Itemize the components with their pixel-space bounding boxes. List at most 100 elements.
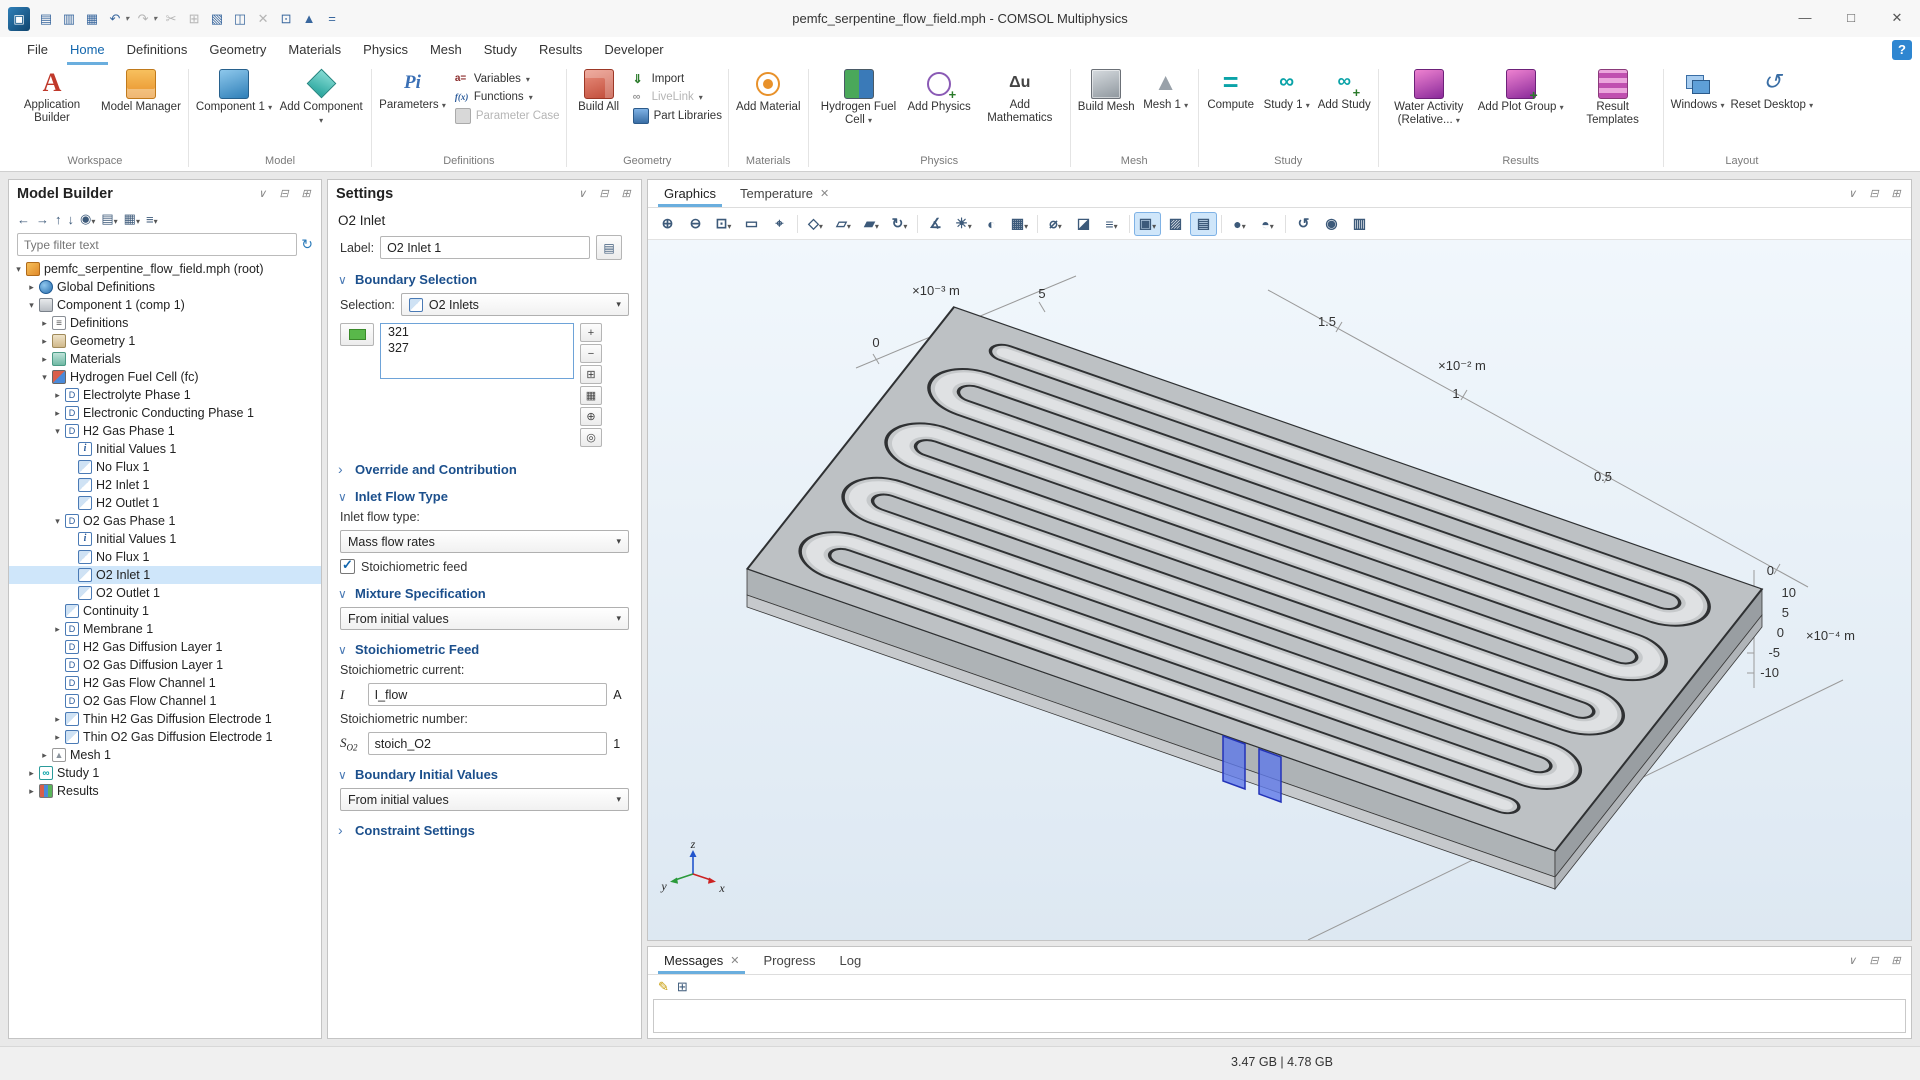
- print-icon[interactable]: ▦: [81, 7, 103, 31]
- tree-item-no-flux-1[interactable]: No Flux 1: [9, 548, 321, 566]
- collapse-expand-icon[interactable]: ▦: [124, 211, 140, 227]
- stoichiometric-feed-checkbox[interactable]: [340, 559, 355, 574]
- zoom-out-button[interactable]: ⊖: [682, 212, 709, 236]
- panel-minimize-icon[interactable]: [1867, 187, 1881, 200]
- boundary-initial-values-combo[interactable]: From initial values ▾: [340, 788, 629, 811]
- tree-item-component-1[interactable]: Component 1 (comp 1): [9, 296, 321, 314]
- expander-icon[interactable]: [13, 264, 24, 275]
- tree-item-h2-gas-diffusion-layer-1[interactable]: H2 Gas Diffusion Layer 1: [9, 638, 321, 656]
- tree-item-mesh-1[interactable]: Mesh 1: [9, 746, 321, 764]
- copy-selection-icon[interactable]: ⊞: [580, 365, 602, 384]
- open-file-icon[interactable]: ▤: [35, 7, 57, 31]
- result-templates-button[interactable]: Result Templates: [1567, 66, 1659, 127]
- stoich-current-input[interactable]: [368, 683, 608, 706]
- tree-item-initial-values-1[interactable]: Initial Values 1: [9, 440, 321, 458]
- selection-listbox[interactable]: 321 327: [380, 323, 574, 379]
- chevron-down-icon[interactable]: ▾: [153, 14, 157, 23]
- tree-item-thin-o2-gas-diffusion-electrode-1[interactable]: Thin O2 Gas Diffusion Electrode 1: [9, 728, 321, 746]
- zoom-to-selection-icon[interactable]: ⊕: [580, 407, 602, 426]
- copy-text-icon[interactable]: ⊞: [677, 979, 688, 995]
- copy-icon[interactable]: ⊞: [183, 7, 205, 31]
- measure-button[interactable]: ∡: [922, 212, 949, 236]
- mixture-combo[interactable]: From initial values ▾: [340, 607, 629, 630]
- compute-button[interactable]: Compute: [1203, 66, 1259, 112]
- panel-float-icon[interactable]: [619, 187, 633, 200]
- build-mesh-button[interactable]: Build Mesh: [1075, 66, 1138, 114]
- print-button[interactable]: ▥: [1346, 212, 1373, 236]
- tab-messages[interactable]: Messages: [652, 947, 751, 974]
- menu-physics[interactable]: Physics: [352, 37, 419, 65]
- view-orientation-button[interactable]: ◇: [802, 212, 829, 236]
- expander-icon[interactable]: [52, 714, 63, 725]
- duplicate-icon[interactable]: ◫: [229, 7, 251, 31]
- tree-item-o2-outlet-1[interactable]: O2 Outlet 1: [9, 584, 321, 602]
- undo-icon[interactable]: ↶: [104, 7, 126, 31]
- hydrogen-fuel-cell-button[interactable]: Hydrogen Fuel Cell: [813, 66, 905, 127]
- expander-icon[interactable]: [39, 354, 50, 365]
- tree-item-study-1[interactable]: Study 1: [9, 764, 321, 782]
- sort-icon[interactable]: ≡: [146, 212, 158, 227]
- expander-icon[interactable]: [52, 516, 63, 527]
- tree-item-materials[interactable]: Materials: [9, 350, 321, 368]
- build-all-icon[interactable]: ⊡: [275, 7, 297, 31]
- node-text-icon[interactable]: ▤: [101, 211, 117, 227]
- section-override[interactable]: Override and Contribution: [328, 453, 641, 480]
- add-plot-group-button[interactable]: Add Plot Group: [1475, 66, 1567, 114]
- section-stoichiometric-feed[interactable]: Stoichiometric Feed: [328, 633, 641, 660]
- menu-developer[interactable]: Developer: [593, 37, 674, 65]
- tree-item-h2-gas-flow-channel-1[interactable]: H2 Gas Flow Channel 1: [9, 674, 321, 692]
- expander-icon[interactable]: [52, 426, 63, 437]
- panel-float-icon[interactable]: [299, 187, 313, 200]
- expander-icon[interactable]: [52, 408, 63, 419]
- close-icon[interactable]: [820, 187, 829, 200]
- expander-icon[interactable]: [52, 624, 63, 635]
- stoich-number-input[interactable]: [368, 732, 608, 755]
- hide-selected-button[interactable]: ⌀: [1042, 212, 1069, 236]
- add-physics-button[interactable]: Add Physics: [905, 66, 974, 114]
- log-settings-icon[interactable]: ✎: [658, 979, 669, 995]
- transparency-button[interactable]: ◐: [978, 212, 1005, 236]
- section-boundary-selection[interactable]: Boundary Selection: [328, 263, 641, 290]
- tree-item-root[interactable]: pemfc_serpentine_flow_field.mph (root): [9, 260, 321, 278]
- section-boundary-initial-values[interactable]: Boundary Initial Values: [328, 758, 641, 785]
- compute-icon[interactable]: =: [321, 7, 343, 31]
- tree-item-h2-inlet-1[interactable]: H2 Inlet 1: [9, 476, 321, 494]
- menu-geometry[interactable]: Geometry: [198, 37, 277, 65]
- expander-icon[interactable]: [52, 390, 63, 401]
- tree-item-global-definitions[interactable]: Global Definitions: [9, 278, 321, 296]
- redo-icon[interactable]: ↷: [132, 7, 154, 31]
- tree-item-membrane-1[interactable]: Membrane 1: [9, 620, 321, 638]
- label-input[interactable]: [380, 236, 590, 259]
- rename-icon[interactable]: ▤: [596, 235, 622, 260]
- maximize-button[interactable]: □: [1828, 0, 1874, 36]
- reset-desktop-button[interactable]: Reset Desktop: [1728, 66, 1817, 112]
- close-button[interactable]: ✕: [1874, 0, 1920, 36]
- expander-icon[interactable]: [39, 750, 50, 761]
- section-constraint-settings[interactable]: Constraint Settings: [328, 814, 641, 841]
- environment-button[interactable]: ◓: [1254, 212, 1281, 236]
- panel-menu-icon[interactable]: [1845, 187, 1859, 200]
- study-1-button[interactable]: Study 1: [1259, 66, 1315, 112]
- panel-menu-icon[interactable]: [575, 187, 589, 200]
- zoom-in-button[interactable]: ⊕: [654, 212, 681, 236]
- view-xy-button[interactable]: ▱: [830, 212, 857, 236]
- menu-file[interactable]: File: [16, 37, 59, 65]
- part-libraries-button[interactable]: Part Libraries: [633, 108, 722, 124]
- expander-icon[interactable]: [26, 282, 37, 293]
- menu-definitions[interactable]: Definitions: [116, 37, 199, 65]
- select-mode-button[interactable]: ▣: [1134, 212, 1161, 236]
- expander-icon[interactable]: [52, 732, 63, 743]
- menu-materials[interactable]: Materials: [277, 37, 352, 65]
- tree-item-o2-gas-diffusion-layer-1[interactable]: O2 Gas Diffusion Layer 1: [9, 656, 321, 674]
- panel-minimize-icon[interactable]: [1867, 954, 1881, 967]
- close-icon[interactable]: [730, 954, 739, 967]
- menu-results[interactable]: Results: [528, 37, 593, 65]
- tree-item-hydrogen-fuel-cell[interactable]: Hydrogen Fuel Cell (fc): [9, 368, 321, 386]
- tree-item-o2-inlet-1[interactable]: O2 Inlet 1: [9, 566, 321, 584]
- tree-item-electronic-conducting-phase-1[interactable]: Electronic Conducting Phase 1: [9, 404, 321, 422]
- move-up-icon[interactable]: ↑: [55, 212, 62, 227]
- select-box-button[interactable]: ▨: [1162, 212, 1189, 236]
- application-builder-button[interactable]: Application Builder: [6, 66, 98, 125]
- tab-log[interactable]: Log: [828, 947, 874, 974]
- paste-selection-icon[interactable]: ▦: [580, 386, 602, 405]
